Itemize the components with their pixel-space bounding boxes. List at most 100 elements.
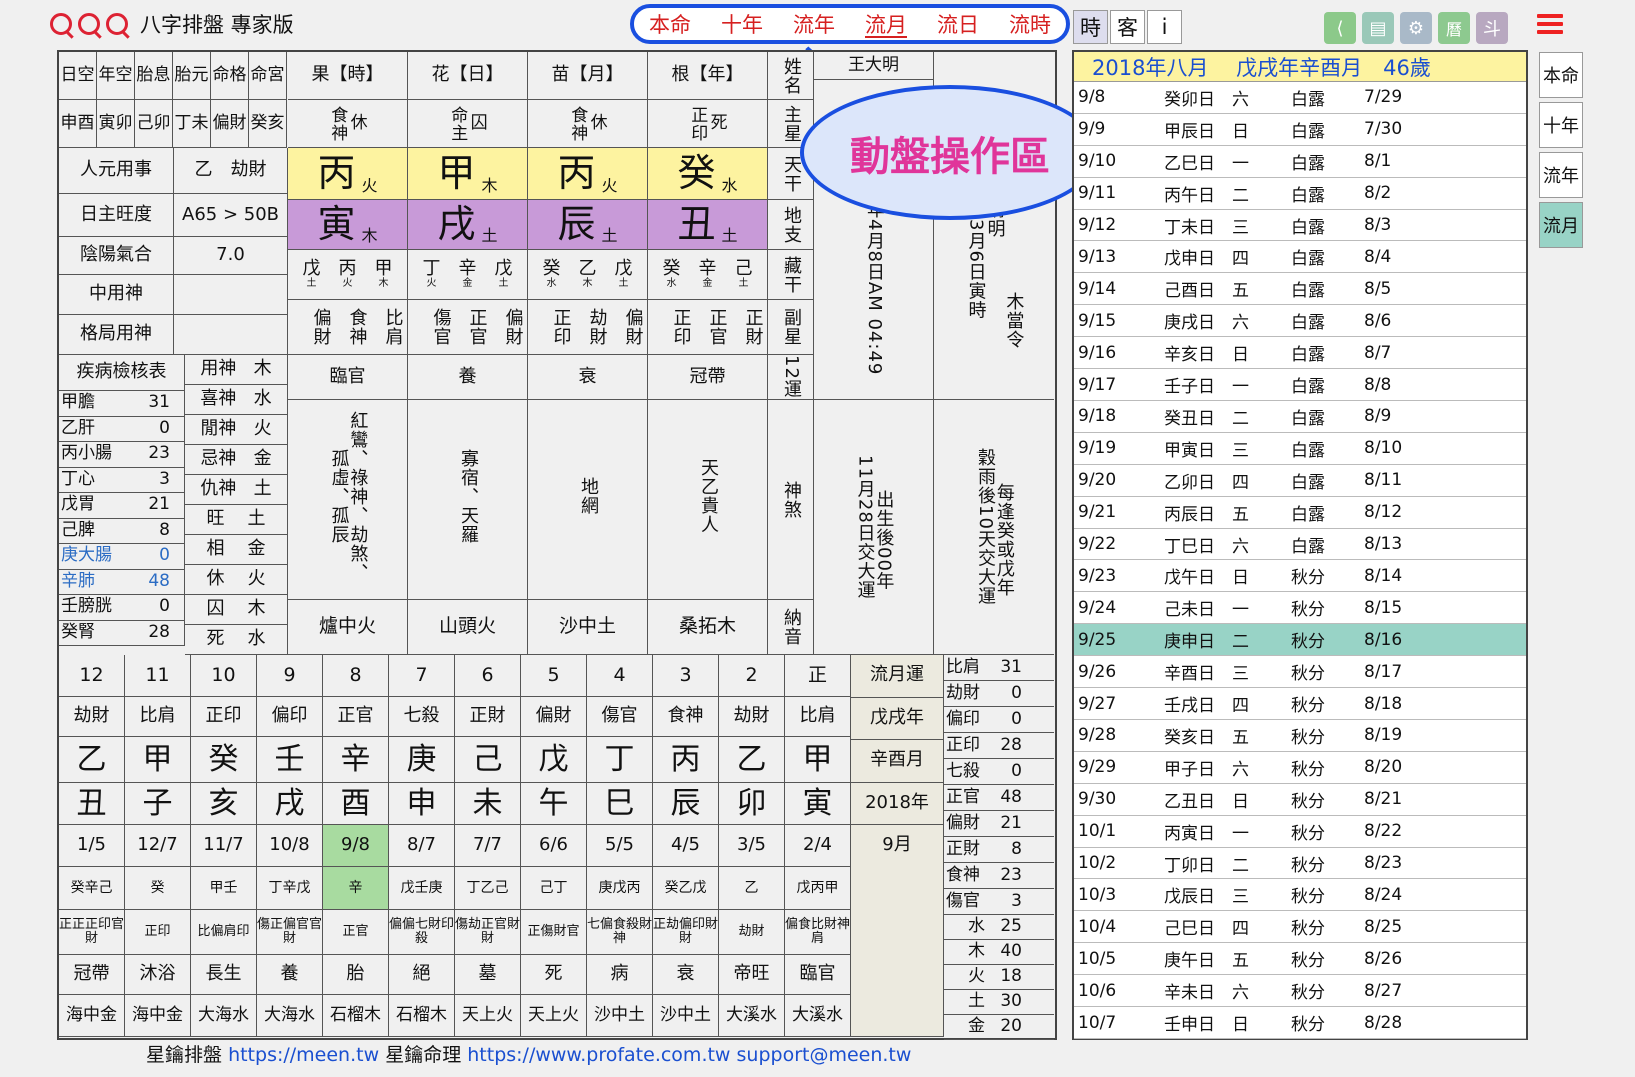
- dayun-stem[interactable]: 庚: [389, 737, 455, 783]
- dayun-stem[interactable]: 乙: [719, 737, 785, 783]
- dayun-stem[interactable]: 癸: [191, 737, 257, 783]
- dayun-index[interactable]: 7: [389, 655, 455, 697]
- dayun-branch[interactable]: 酉: [323, 783, 389, 825]
- dayun-date[interactable]: 4/5: [653, 825, 719, 867]
- day-row[interactable]: 9/22 丁巳日六 白露 8/13: [1074, 529, 1526, 561]
- dayun-branch[interactable]: 子: [125, 783, 191, 825]
- footer-link-email[interactable]: support@meen.tw: [737, 1044, 912, 1066]
- day-row[interactable]: 10/1 丙寅日一 秋分 8/22: [1074, 816, 1526, 848]
- dayun-date[interactable]: 11/7: [191, 825, 257, 867]
- day-row[interactable]: 9/18 癸丑日二 白露 8/9: [1074, 401, 1526, 433]
- nav-tab-5[interactable]: 流時: [1009, 9, 1051, 39]
- name-value[interactable]: 王大明: [814, 52, 934, 80]
- dayun-index[interactable]: 4: [587, 655, 653, 697]
- dayun-date[interactable]: 10/8: [257, 825, 323, 867]
- day-row[interactable]: 9/27 壬戌日四 秋分 8/18: [1074, 688, 1526, 720]
- day-row[interactable]: 9/28 癸亥日五 秋分 8/19: [1074, 720, 1526, 752]
- dayun-branch[interactable]: 申: [389, 783, 455, 825]
- day-row[interactable]: 9/29 甲子日六 秋分 8/20: [1074, 752, 1526, 784]
- day-row[interactable]: 9/30 乙丑日日 秋分 8/21: [1074, 784, 1526, 816]
- dayun-branch[interactable]: 辰: [653, 783, 719, 825]
- dayun-date[interactable]: 3/5: [719, 825, 785, 867]
- chart-icon[interactable]: 斗: [1476, 12, 1508, 44]
- zoom-reset-icon[interactable]: [78, 13, 100, 35]
- footer-link-profate[interactable]: https://www.profate.com.tw: [467, 1044, 730, 1066]
- day-row[interactable]: 9/23 戊午日日 秋分 8/14: [1074, 561, 1526, 593]
- dayun-stem[interactable]: 壬: [257, 737, 323, 783]
- dayun-stem[interactable]: 甲: [125, 737, 191, 783]
- info-button[interactable]: i: [1147, 10, 1182, 44]
- calendar-icon[interactable]: 曆: [1438, 12, 1470, 44]
- day-row[interactable]: 9/21 丙辰日五 白露 8/12: [1074, 497, 1526, 529]
- right-tab-3[interactable]: 流月: [1539, 202, 1583, 248]
- dayun-branch[interactable]: 巳: [587, 783, 653, 825]
- dayun-stem[interactable]: 戊: [521, 737, 587, 783]
- zoom-out-icon[interactable]: [106, 13, 128, 35]
- day-row[interactable]: 9/10 乙巳日一 白露 8/1: [1074, 146, 1526, 178]
- dayun-index[interactable]: 3: [653, 655, 719, 697]
- nav-tab-1[interactable]: 十年: [721, 9, 763, 39]
- dayun-date[interactable]: 9/8: [323, 825, 389, 867]
- day-row[interactable]: 10/3 戊辰日三 秋分 8/24: [1074, 880, 1526, 912]
- share-icon[interactable]: ⟨: [1324, 12, 1356, 44]
- dayun-branch[interactable]: 卯: [719, 783, 785, 825]
- day-row[interactable]: 9/16 辛亥日日 白露 8/7: [1074, 337, 1526, 370]
- dayun-branch[interactable]: 丑: [59, 783, 125, 825]
- day-row[interactable]: 9/9 甲辰日日 白露 7/30: [1074, 114, 1526, 146]
- right-tab-1[interactable]: 十年: [1539, 102, 1583, 148]
- right-tab-2[interactable]: 流年: [1539, 152, 1583, 198]
- dayun-date[interactable]: 1/5: [59, 825, 125, 867]
- dayun-branch[interactable]: 亥: [191, 783, 257, 825]
- dayun-index[interactable]: 6: [455, 655, 521, 697]
- dayun-index[interactable]: 9: [257, 655, 323, 697]
- day-row[interactable]: 9/14 己酉日五 白露 8/5: [1074, 273, 1526, 306]
- footer-link-meen[interactable]: https://meen.tw: [228, 1044, 379, 1066]
- time-mode-button[interactable]: 時: [1073, 10, 1108, 44]
- nav-tab-3[interactable]: 流月: [865, 9, 907, 39]
- dayun-branch[interactable]: 戌: [257, 783, 323, 825]
- dayun-date[interactable]: 6/6: [521, 825, 587, 867]
- day-row[interactable]: 9/13 戊申日四 白露 8/4: [1074, 242, 1526, 274]
- dayun-stem[interactable]: 乙: [59, 737, 125, 783]
- dayun-branch[interactable]: 午: [521, 783, 587, 825]
- dayun-stem[interactable]: 甲: [785, 737, 851, 783]
- day-row[interactable]: 9/15 庚戌日六 白露 8/6: [1074, 305, 1526, 338]
- dayun-date[interactable]: 5/5: [587, 825, 653, 867]
- dayun-index[interactable]: 8: [323, 655, 389, 697]
- day-row[interactable]: 9/11 丙午日二 白露 8/2: [1074, 178, 1526, 210]
- dayun-date[interactable]: 12/7: [125, 825, 191, 867]
- nav-tab-2[interactable]: 流年: [793, 9, 835, 39]
- day-row[interactable]: 10/2 丁卯日二 秋分 8/23: [1074, 848, 1526, 880]
- dayun-date[interactable]: 8/7: [389, 825, 455, 867]
- dayun-date[interactable]: 7/7: [455, 825, 521, 867]
- day-row[interactable]: 9/26 辛酉日三 秋分 8/17: [1074, 656, 1526, 689]
- guest-mode-button[interactable]: 客: [1110, 10, 1145, 44]
- day-row[interactable]: 9/24 己未日一 秋分 8/15: [1074, 592, 1526, 625]
- day-row[interactable]: 10/6 辛未日六 秋分 8/27: [1074, 975, 1526, 1008]
- gear-icon[interactable]: ⚙: [1400, 12, 1432, 44]
- dayun-index[interactable]: 10: [191, 655, 257, 697]
- print-icon[interactable]: ▤: [1362, 12, 1394, 44]
- day-row[interactable]: 9/20 乙卯日四 白露 8/11: [1074, 465, 1526, 497]
- dayun-index[interactable]: 12: [59, 655, 125, 697]
- hamburger-menu-icon[interactable]: [1537, 14, 1563, 34]
- dayun-branch[interactable]: 寅: [785, 783, 851, 825]
- day-row[interactable]: 10/4 己巳日四 秋分 8/25: [1074, 911, 1526, 944]
- nav-tab-0[interactable]: 本命: [649, 9, 691, 39]
- dayun-stem[interactable]: 辛: [323, 737, 389, 783]
- dayun-index[interactable]: 11: [125, 655, 191, 697]
- dayun-branch[interactable]: 未: [455, 783, 521, 825]
- dayun-stem[interactable]: 己: [455, 737, 521, 783]
- right-tab-0[interactable]: 本命: [1539, 52, 1583, 98]
- dayun-stem[interactable]: 丙: [653, 737, 719, 783]
- day-row[interactable]: 9/12 丁未日三 白露 8/3: [1074, 210, 1526, 242]
- dayun-index[interactable]: 2: [719, 655, 785, 697]
- day-row[interactable]: 10/5 庚午日五 秋分 8/26: [1074, 943, 1526, 976]
- day-row[interactable]: 9/19 甲寅日三 白露 8/10: [1074, 433, 1526, 465]
- day-row[interactable]: 10/7 壬申日日 秋分 8/28: [1074, 1007, 1526, 1039]
- dayun-index[interactable]: 正: [785, 655, 851, 697]
- dayun-stem[interactable]: 丁: [587, 737, 653, 783]
- day-row[interactable]: 9/25 庚申日二 秋分 8/16: [1074, 624, 1526, 657]
- dayun-index[interactable]: 5: [521, 655, 587, 697]
- day-row[interactable]: 9/17 壬子日一 白露 8/8: [1074, 369, 1526, 401]
